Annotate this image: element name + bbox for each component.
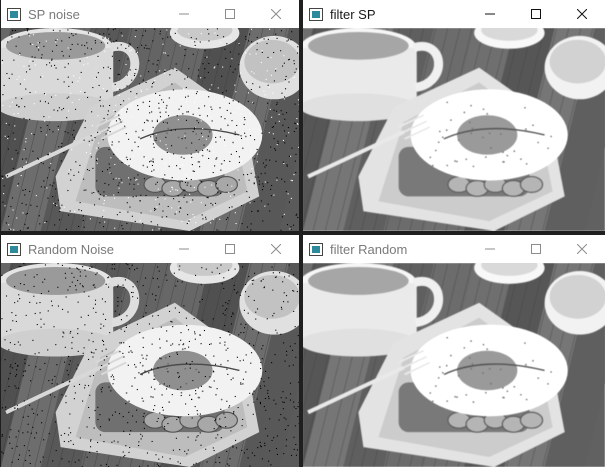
maximize-icon	[225, 244, 235, 254]
minimize-button[interactable]	[467, 0, 513, 28]
minimize-icon	[179, 13, 189, 15]
image-view	[303, 28, 605, 231]
window-title: Random Noise	[28, 241, 114, 257]
window-sp-noise[interactable]: SP noise	[1, 0, 299, 231]
minimize-button[interactable]	[161, 0, 207, 28]
close-button[interactable]	[559, 0, 605, 28]
title-bar[interactable]: filter SP	[303, 0, 605, 28]
maximize-button[interactable]	[513, 235, 559, 263]
close-icon	[271, 244, 281, 254]
image-view	[1, 263, 299, 467]
window-title: filter SP	[330, 6, 376, 22]
close-button[interactable]	[559, 235, 605, 263]
window-random-noise[interactable]: Random Noise	[1, 235, 299, 467]
maximize-button[interactable]	[207, 235, 253, 263]
maximize-icon	[531, 9, 541, 19]
app-icon	[7, 7, 21, 21]
close-icon	[577, 9, 587, 19]
close-icon	[577, 244, 587, 254]
maximize-icon	[531, 244, 541, 254]
photo	[303, 28, 605, 231]
photo	[1, 263, 299, 467]
image-view	[1, 28, 299, 231]
image-view	[303, 263, 605, 467]
app-icon	[7, 242, 21, 256]
minimize-button[interactable]	[161, 235, 207, 263]
photo	[1, 28, 299, 231]
close-icon	[271, 9, 281, 19]
minimize-icon	[485, 13, 495, 15]
maximize-button[interactable]	[207, 0, 253, 28]
photo	[303, 263, 605, 467]
window-title: SP noise	[28, 6, 80, 22]
minimize-button[interactable]	[467, 235, 513, 263]
minimize-icon	[485, 248, 495, 250]
title-bar[interactable]: Random Noise	[1, 235, 299, 263]
window-title: filter Random	[330, 241, 408, 257]
close-button[interactable]	[253, 235, 299, 263]
window-filter-random[interactable]: filter Random	[303, 235, 605, 467]
app-icon	[309, 7, 323, 21]
title-bar[interactable]: SP noise	[1, 0, 299, 28]
maximize-button[interactable]	[513, 0, 559, 28]
window-filter-sp[interactable]: filter SP	[303, 0, 605, 231]
title-bar[interactable]: filter Random	[303, 235, 605, 263]
app-icon	[309, 242, 323, 256]
minimize-icon	[179, 248, 189, 250]
maximize-icon	[225, 9, 235, 19]
close-button[interactable]	[253, 0, 299, 28]
